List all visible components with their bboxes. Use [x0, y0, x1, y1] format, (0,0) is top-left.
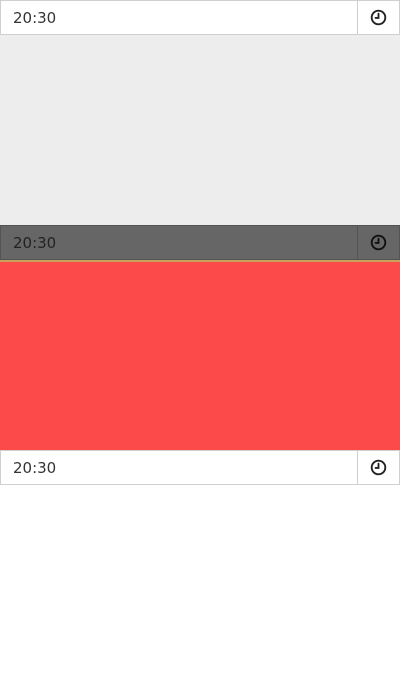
time-picker-top-button[interactable]: [357, 0, 400, 35]
time-input-top[interactable]: [0, 0, 357, 35]
time-picker-top: [0, 0, 400, 35]
time-picker-bottom-button[interactable]: [357, 450, 400, 485]
time-input-bottom[interactable]: [0, 450, 357, 485]
clock-icon: [370, 459, 387, 476]
time-picker-dark-wrap: [0, 225, 400, 262]
time-picker-middle-button[interactable]: [357, 225, 400, 260]
time-input-middle[interactable]: [0, 225, 357, 260]
page: [0, 0, 400, 675]
clock-icon: [370, 234, 387, 251]
red-panel: [0, 262, 400, 450]
clock-icon: [370, 9, 387, 26]
light-panel: [0, 35, 400, 225]
time-picker-bottom: [0, 450, 400, 485]
time-picker-middle: [0, 225, 400, 260]
